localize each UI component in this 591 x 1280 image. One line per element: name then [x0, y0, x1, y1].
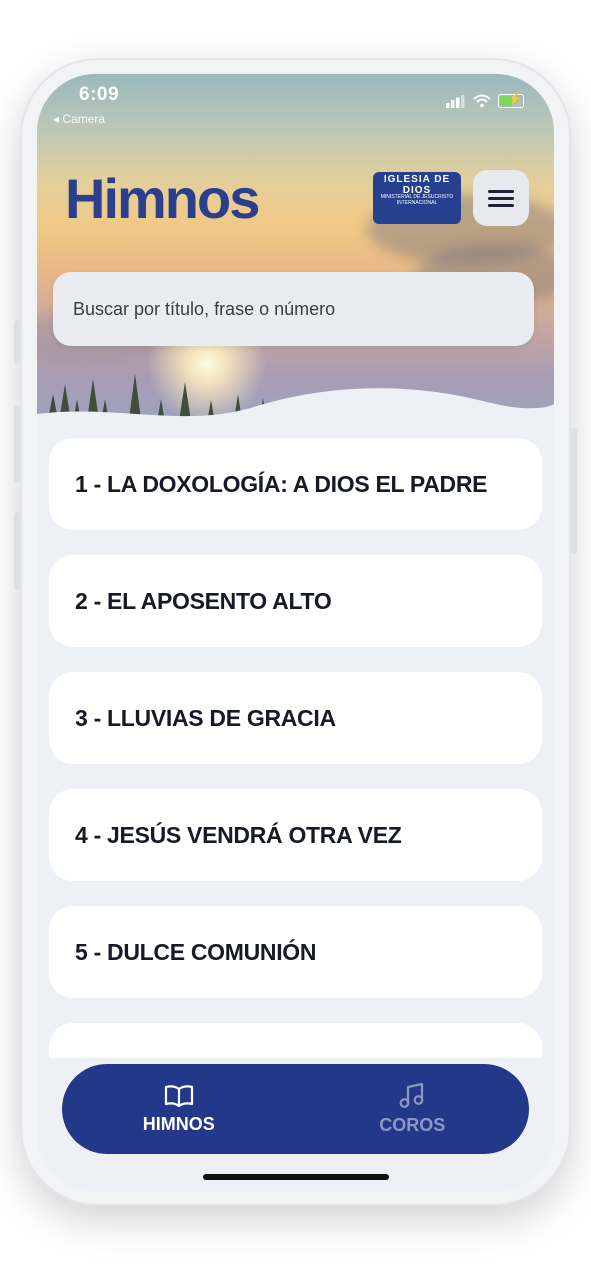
menu-button[interactable] [473, 170, 529, 226]
page-title: Himnos [65, 167, 260, 230]
back-to-camera-link[interactable]: ◂ Camera [53, 112, 105, 126]
logo-sub-text: MINISTERIAL DE JESUCRISTO INTERNACIONAL [380, 194, 454, 206]
hymn-title: 1 - LA DOXOLOGÍA: A DIOS EL PADRE [75, 470, 488, 497]
status-bar: 6:09 ◂ Camera ⚡ [37, 74, 554, 134]
hymn-list[interactable]: 1 - LA DOXOLOGÍA: A DIOS EL PADRE 2 - EL… [49, 438, 542, 1058]
logo-arc-text: IGLESIA DE DIOS [383, 174, 451, 196]
hymn-item[interactable]: 3 - LLUVIAS DE GRACIA [49, 672, 542, 764]
tab-himnos[interactable]: HIMNOS [62, 1064, 296, 1154]
volume-up-button [14, 405, 20, 483]
header-wave [37, 388, 554, 444]
hamburger-icon [488, 189, 514, 193]
mute-switch [14, 320, 20, 364]
signal-icon [446, 94, 465, 108]
hymn-item[interactable]: 4 - JESÚS VENDRÁ OTRA VEZ [49, 789, 542, 881]
status-icons: ⚡ [446, 92, 524, 108]
tab-coros-label: COROS [379, 1114, 446, 1135]
hymn-title: 3 - LLUVIAS DE GRACIA [75, 704, 336, 731]
hymn-item[interactable]: 1 - LA DOXOLOGÍA: A DIOS EL PADRE [49, 438, 542, 530]
home-indicator[interactable] [203, 1174, 389, 1180]
hymn-item[interactable] [49, 1023, 542, 1058]
volume-down-button [14, 512, 20, 590]
church-logo: IGLESIA DE DIOS MINISTERIAL DE JESUCRIST… [373, 172, 461, 224]
tab-coros[interactable]: COROS [296, 1064, 530, 1154]
book-icon [164, 1084, 193, 1107]
tab-himnos-label: HIMNOS [142, 1113, 215, 1134]
bottom-tab-bar: HIMNOS COROS [62, 1064, 529, 1154]
hymn-title: 2 - EL APOSENTO ALTO [75, 587, 332, 614]
battery-icon: ⚡ [498, 92, 524, 108]
power-button [571, 428, 577, 554]
hymn-title: 5 - DULCE COMUNIÓN [75, 938, 317, 965]
hymn-item[interactable]: 5 - DULCE COMUNIÓN [49, 906, 542, 998]
status-time: 6:09 [79, 84, 120, 105]
app-screen: 6:09 ◂ Camera ⚡ Himnos IGLESIA DE DIOS M… [37, 74, 554, 1192]
search-input[interactable] [71, 297, 516, 321]
search-bar[interactable] [53, 272, 534, 346]
hymn-title: 4 - JESÚS VENDRÁ OTRA VEZ [75, 821, 402, 848]
hymn-item[interactable]: 2 - EL APOSENTO ALTO [49, 555, 542, 647]
music-note-icon [399, 1082, 424, 1108]
wifi-icon [473, 94, 491, 108]
